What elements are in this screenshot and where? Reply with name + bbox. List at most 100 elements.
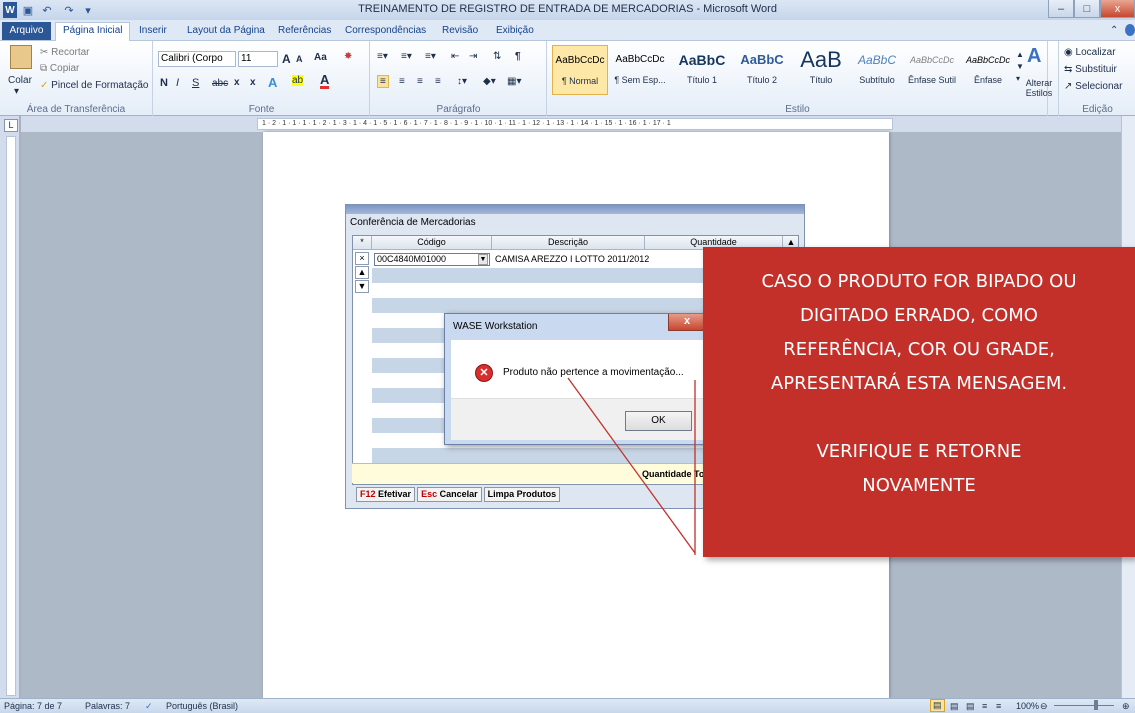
minimize-button[interactable]: – <box>1048 0 1074 18</box>
multilevel-list-icon[interactable]: ≡▾ <box>425 51 436 62</box>
style-enfase-sample: AaBbCcDc <box>965 55 1010 65</box>
cancelar-button[interactable]: Esc Cancelar <box>417 487 482 502</box>
change-styles-button[interactable]: Alterar Estilos <box>1021 78 1057 98</box>
show-marks-icon[interactable]: ¶ <box>515 51 521 62</box>
total-label: Quantidade To <box>642 469 705 479</box>
paste-dropdown-icon[interactable]: ▾ <box>14 86 19 97</box>
sort-icon[interactable]: ⇅ <box>493 51 501 62</box>
header-descricao[interactable]: Descrição <box>492 236 645 250</box>
style-normal[interactable]: AaBbCcDc ¶ Normal <box>552 45 608 95</box>
tab-revisao[interactable]: Revisão <box>442 23 478 41</box>
find-button[interactable]: ◉ Localizar <box>1064 47 1116 58</box>
find-label: Localizar <box>1075 47 1116 58</box>
ribbon-tabs: Arquivo Página Inicial Inserir Layout da… <box>0 20 1135 41</box>
full-screen-icon[interactable]: ▤ <box>950 701 959 712</box>
borders-icon[interactable]: ▦▾ <box>507 76 521 87</box>
page-count[interactable]: Página: 7 de 7 <box>4 701 62 711</box>
maximize-button[interactable]: □ <box>1074 0 1100 18</box>
align-center-icon[interactable]: ≡ <box>399 76 405 87</box>
limpa-produtos-button[interactable]: Limpa Produtos <box>483 487 561 502</box>
line-spacing-icon[interactable]: ↕▾ <box>457 76 467 87</box>
minimize-ribbon-icon[interactable]: ⌃ <box>1110 23 1118 41</box>
cut-button[interactable]: ✂ Recortar <box>40 47 90 58</box>
editing-group-label: Edição <box>1082 104 1113 115</box>
tab-pagina-inicial[interactable]: Página Inicial <box>55 22 131 41</box>
style-titulo-1[interactable]: AaBbC Título 1 <box>672 45 732 95</box>
style-enfase-sutil[interactable]: AaBbCcDc Ênfase Sutil <box>904 45 960 95</box>
codigo-input[interactable]: 00C4840M01000 ▼ <box>374 253 490 266</box>
header-codigo[interactable]: Código <box>372 236 492 250</box>
highlight-icon[interactable]: ab <box>292 75 304 86</box>
style-titulo-2[interactable]: AaBbC Título 2 <box>734 45 790 95</box>
codigo-dropdown-icon[interactable]: ▼ <box>478 254 488 265</box>
title-bar: W ▣ ↶ ↷ ▾ TREINAMENTO DE REGISTRO DE ENT… <box>0 0 1135 20</box>
zoom-slider-thumb[interactable] <box>1094 700 1098 710</box>
spellcheck-icon[interactable]: ✓ <box>145 701 153 712</box>
format-painter-button[interactable]: ✓ Pincel de Formatação <box>40 80 148 91</box>
change-styles-icon[interactable]: A <box>1027 45 1041 68</box>
shading-icon[interactable]: ◆▾ <box>483 76 496 87</box>
change-case-button[interactable]: Aa <box>314 52 327 63</box>
tab-selector[interactable]: L <box>4 119 18 132</box>
tab-correspondencias[interactable]: Correspondências <box>345 23 426 41</box>
zoom-level[interactable]: 100% <box>1016 701 1039 711</box>
style-titulo[interactable]: AaB Título <box>792 45 850 95</box>
dialog-close-button[interactable]: x <box>668 314 706 331</box>
web-layout-icon[interactable]: ▤ <box>966 701 975 712</box>
bold-button[interactable]: N <box>160 77 168 89</box>
zoom-slider[interactable] <box>1054 705 1114 706</box>
numbering-icon[interactable]: ≡▾ <box>401 51 412 62</box>
align-left-icon[interactable]: ≡ <box>377 75 389 88</box>
increase-indent-icon[interactable]: ⇥ <box>469 51 477 62</box>
paste-button[interactable]: Colar <box>8 75 32 86</box>
help-icon[interactable] <box>1125 24 1135 36</box>
row-delete-marker[interactable]: × <box>355 252 369 265</box>
tab-arquivo[interactable]: Arquivo <box>2 22 51 40</box>
ok-button[interactable]: OK <box>625 411 692 431</box>
row-up-icon[interactable]: ▲ <box>355 266 369 279</box>
close-window-button[interactable]: x <box>1100 0 1135 18</box>
zoom-in-icon[interactable]: ⊕ <box>1122 701 1130 712</box>
subscript-button[interactable]: x <box>234 77 240 88</box>
tab-exibicao[interactable]: Exibição <box>496 23 534 41</box>
callout-box: CASO O PRODUTO FOR BIPADO OU DIGITADO ER… <box>703 247 1135 557</box>
shrink-font-button[interactable]: A <box>296 54 303 64</box>
superscript-button[interactable]: x <box>250 77 256 88</box>
select-button[interactable]: ↗ Selecionar <box>1064 81 1122 92</box>
tab-referencias[interactable]: Referências <box>278 23 331 41</box>
style-sem-espacamento[interactable]: AaBbCcDc ¶ Sem Esp... <box>610 45 670 95</box>
print-layout-icon[interactable]: ▤ <box>930 699 945 712</box>
align-right-icon[interactable]: ≡ <box>417 76 423 87</box>
word-count[interactable]: Palavras: 7 <box>85 701 130 711</box>
replace-icon: ⇆ <box>1064 64 1076 75</box>
decrease-indent-icon[interactable]: ⇤ <box>451 51 459 62</box>
row-down-icon[interactable]: ▼ <box>355 280 369 293</box>
font-size-combo[interactable]: 11 <box>238 51 278 67</box>
tab-inserir[interactable]: Inserir <box>139 23 167 41</box>
bullets-icon[interactable]: ≡▾ <box>377 51 388 62</box>
zoom-out-icon[interactable]: ⊖ <box>1040 701 1048 712</box>
editing-group: ◉ Localizar ⇆ Substituir ↗ Selecionar Ed… <box>1060 41 1135 116</box>
text-effects-icon[interactable]: A <box>268 75 277 90</box>
app-caption: Conferência de Mercadorias <box>350 217 476 228</box>
tab-layout[interactable]: Layout da Página <box>187 23 265 41</box>
copy-button[interactable]: ⧉ Copiar <box>40 63 79 74</box>
clipboard-group-label: Área de Transferência <box>26 104 126 115</box>
italic-button[interactable]: I <box>176 77 179 89</box>
style-enfase[interactable]: AaBbCcDc Ênfase <box>962 45 1014 95</box>
outline-icon[interactable]: ≡ <box>982 701 987 711</box>
style-subtitulo[interactable]: AaBbC Subtítulo <box>852 45 902 95</box>
font-name-combo[interactable]: Calibri (Corpo <box>158 51 236 67</box>
draft-icon[interactable]: ≡ <box>996 701 1001 711</box>
replace-button[interactable]: ⇆ Substituir <box>1064 64 1117 75</box>
callout-line: NOVAMENTE <box>862 475 976 496</box>
font-color-icon[interactable]: A <box>320 73 330 89</box>
underline-button[interactable]: S <box>192 77 199 89</box>
clear-format-icon[interactable]: ✸ <box>344 51 352 62</box>
grow-font-button[interactable]: A <box>282 52 291 66</box>
efetivar-button[interactable]: F12 Efetivar <box>356 487 416 502</box>
paste-icon[interactable] <box>10 45 32 69</box>
strikethrough-button[interactable]: abc <box>212 78 228 89</box>
justify-icon[interactable]: ≡ <box>435 76 441 87</box>
language[interactable]: Português (Brasil) <box>166 701 238 711</box>
